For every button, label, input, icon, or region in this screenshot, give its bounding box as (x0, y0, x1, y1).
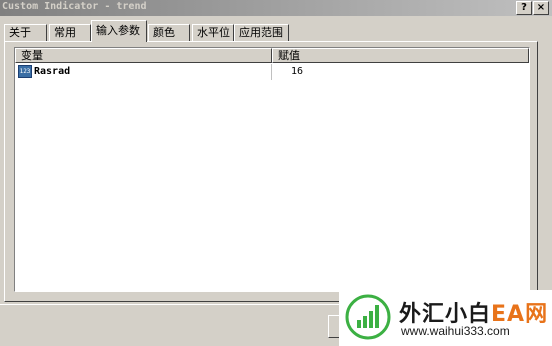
column-header-variable[interactable]: 变量 (15, 48, 272, 63)
tab-inputs[interactable]: 输入参数 (91, 20, 147, 42)
watermark: 外汇小白EA网 www.waihui333.com (339, 290, 552, 346)
tab-strip: 关于 常用 输入参数 颜色 水平位 应用范围 (0, 20, 552, 42)
watermark-url: www.waihui333.com (401, 324, 510, 338)
params-list[interactable]: 变量 赋值 123 Rasrad 16 (14, 47, 530, 292)
tab-levels[interactable]: 水平位 (192, 24, 234, 41)
title-bar: Custom Indicator - trend ? × (0, 0, 552, 16)
tab-about[interactable]: 关于 (4, 24, 47, 41)
tab-common[interactable]: 常用 (49, 24, 91, 41)
column-header-value[interactable]: 赋值 (272, 48, 529, 63)
tab-colors[interactable]: 颜色 (148, 24, 190, 41)
close-button[interactable]: × (533, 1, 549, 15)
help-button[interactable]: ? (516, 1, 532, 15)
window-title: Custom Indicator - trend (2, 1, 147, 12)
param-row[interactable]: 123 Rasrad 16 (15, 64, 529, 80)
param-value[interactable]: 16 (291, 64, 303, 80)
column-divider (271, 64, 272, 80)
tab-visualization[interactable]: 应用范围 (234, 24, 289, 41)
param-name: Rasrad (34, 66, 71, 77)
list-header: 变量 赋值 (15, 48, 529, 63)
watermark-logo-icon (345, 294, 391, 340)
integer-param-icon: 123 (18, 65, 32, 78)
